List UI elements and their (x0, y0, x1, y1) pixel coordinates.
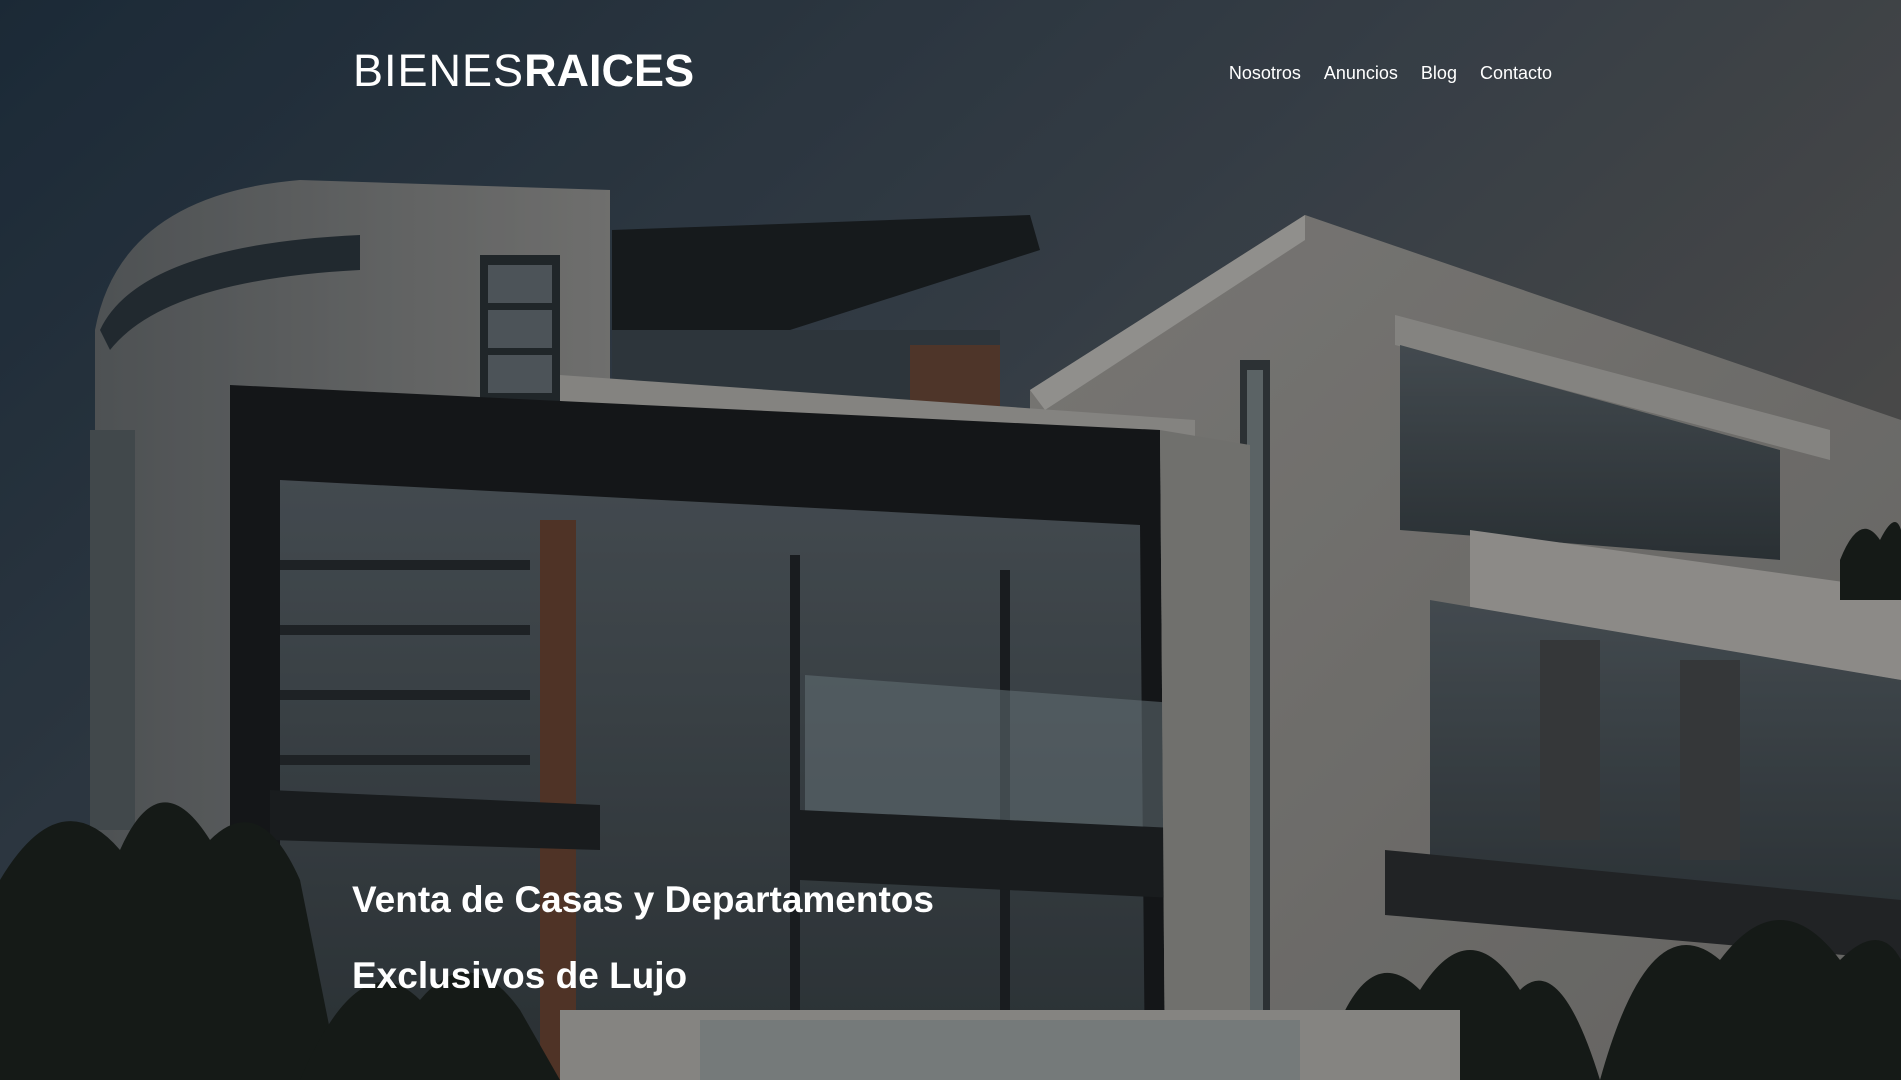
main-nav: Nosotros Anuncios Blog Contacto (1229, 63, 1552, 84)
site-logo[interactable]: BIENESRAICES (353, 48, 694, 93)
nav-link-nosotros[interactable]: Nosotros (1229, 63, 1301, 84)
hero-headline-line-2: Exclusivos de Lujo (352, 955, 688, 996)
logo-text-light: BIENES (353, 44, 525, 96)
nav-link-anuncios[interactable]: Anuncios (1324, 63, 1398, 84)
dark-overlay (0, 0, 1901, 1080)
site-header: BIENESRAICES Nosotros Anuncios Blog Cont… (353, 40, 1552, 100)
nav-link-contacto[interactable]: Contacto (1480, 63, 1552, 84)
hero-section: BIENESRAICES Nosotros Anuncios Blog Cont… (0, 0, 1901, 1080)
hero-headline-line-1: Venta de Casas y Departamentos (352, 879, 934, 920)
nav-link-blog[interactable]: Blog (1421, 63, 1457, 84)
hero-headline: Venta de Casas y Departamentos Exclusivo… (352, 862, 934, 1014)
logo-text-bold: RAICES (524, 44, 695, 96)
